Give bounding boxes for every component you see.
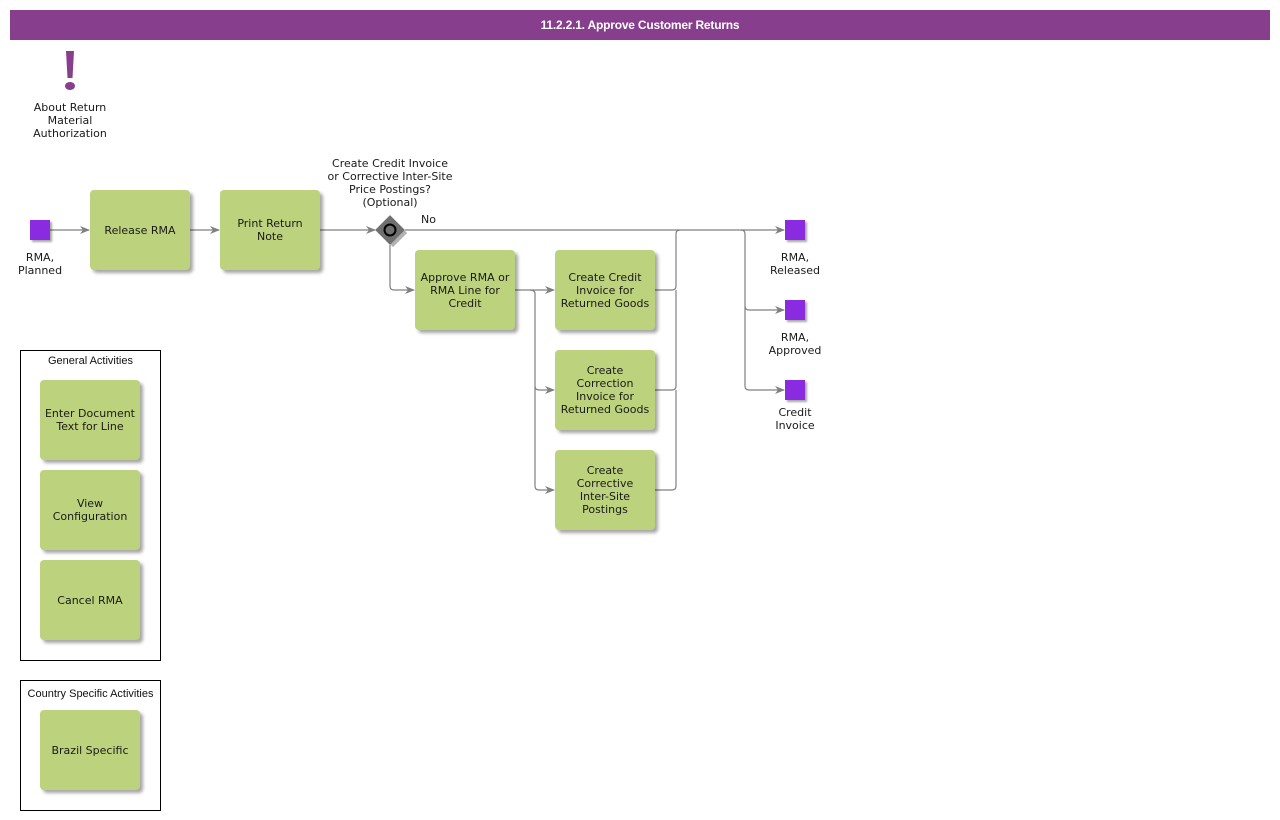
- flow-branch-approved: [744, 305, 785, 314]
- end-event-credit-invoice-label: Credit Invoice: [775, 406, 815, 432]
- end-event-approved-label: RMA, Approved: [768, 331, 822, 357]
- flow-approve-correction: [534, 385, 555, 394]
- end-event-released[interactable]: [785, 220, 805, 240]
- flow-merge-2: [655, 290, 677, 391]
- task-release-rma[interactable]: Release RMA: [90, 190, 190, 270]
- general-activities-title: General Activities: [48, 355, 133, 367]
- end-event-credit-invoice[interactable]: [785, 380, 805, 400]
- task-create-corrective-postings[interactable]: Create Corrective Inter-Site Postings: [555, 450, 655, 530]
- start-event[interactable]: [30, 220, 50, 240]
- gateway-no-label: No: [421, 213, 436, 226]
- flow-merge-3: [655, 390, 677, 491]
- task-brazil-specific[interactable]: Brazil Specific: [40, 710, 140, 790]
- task-create-credit-invoice[interactable]: Create Credit Invoice for Returned Goods: [555, 250, 655, 330]
- task-approve-rma[interactable]: Approve RMA or RMA Line for Credit: [415, 250, 515, 330]
- start-event-label: RMA, Planned: [17, 251, 63, 277]
- flow-merge: [655, 229, 681, 291]
- flow-gateway-approve: [389, 245, 415, 294]
- task-print-return-note[interactable]: Print Return Note: [220, 190, 320, 270]
- task-enter-document-text[interactable]: Enter Document Text for Line: [40, 380, 140, 460]
- task-cancel-rma[interactable]: Cancel RMA: [40, 560, 140, 640]
- country-activities-title: Country Specific Activities: [27, 688, 154, 700]
- end-event-approved[interactable]: [785, 300, 805, 320]
- task-view-configuration[interactable]: View Configuration: [40, 470, 140, 550]
- task-create-correction-invoice[interactable]: Create Correction Invoice for Returned G…: [555, 350, 655, 430]
- gateway-question: Create Credit Invoice or Corrective Inte…: [327, 157, 453, 209]
- gateway-diamond: [375, 215, 408, 248]
- end-event-released-label: RMA, Released: [770, 251, 820, 277]
